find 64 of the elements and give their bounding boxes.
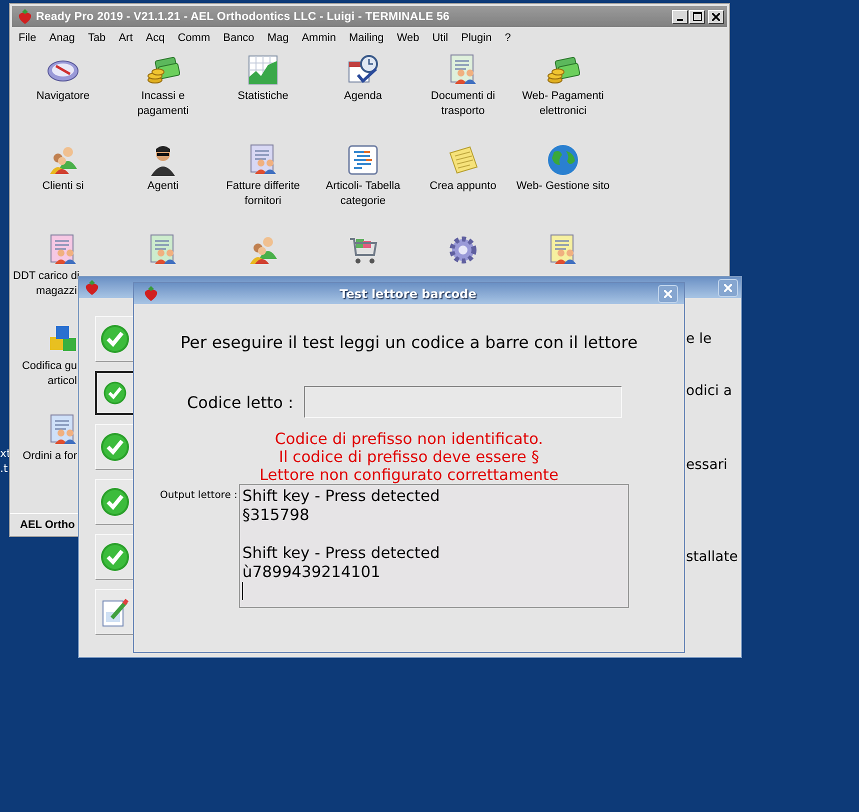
menu-item[interactable]: Comm	[171, 32, 217, 44]
menu-item[interactable]: Util	[426, 32, 455, 44]
error-message: Lettore non configurato correttamente	[259, 466, 559, 484]
setup-text: e le	[686, 331, 712, 347]
list-icon	[346, 143, 380, 177]
close-icon	[712, 12, 720, 20]
shortcut-label[interactable]: Web- Gestione sito	[516, 179, 610, 194]
instruction-text: Per eseguire il test leggi un codice a barre con il lettore	[179, 333, 639, 352]
dialog-title: Test lettore barcode	[338, 286, 478, 300]
shortcut-label[interactable]: Agenti	[147, 179, 179, 194]
shortcut-label[interactable]: Crea appunto	[430, 179, 496, 194]
check-icon	[100, 324, 130, 354]
shortcut-label[interactable]: Web- Pagamenti elettronici	[522, 89, 604, 119]
menu-item[interactable]: File	[12, 32, 43, 44]
setup-text: stallate	[686, 549, 738, 565]
globe-icon	[546, 143, 580, 177]
shortcut-label[interactable]: Navigatore	[36, 89, 90, 104]
close-icon	[664, 290, 672, 298]
menu-item[interactable]: Acq	[139, 32, 172, 44]
menu-item[interactable]: Plugin	[454, 32, 498, 44]
maximize-icon	[692, 12, 702, 21]
window-title: Ready Pro 2019 - V21.1.21 - AEL Orthodontics LLC - Luigi - TERMINALE 56	[36, 10, 450, 22]
error-message: Codice di prefisso non identificato.	[274, 430, 544, 448]
strawberry-icon	[85, 280, 99, 296]
shortcut-label[interactable]: Articoli- Tabella categorie	[326, 179, 400, 209]
menu-item[interactable]: Tab	[81, 32, 112, 44]
menu-item[interactable]: Ammin	[295, 32, 342, 44]
check-icon	[100, 432, 130, 462]
shortcut-label[interactable]: Documenti di trasporto	[430, 89, 496, 119]
step-button[interactable]	[95, 371, 135, 415]
output-label: Output lettore :	[160, 490, 238, 501]
shortcut-label[interactable]: Incassi e pagamenti	[137, 89, 189, 119]
check-icon	[100, 487, 130, 517]
menu-item[interactable]: ?	[498, 32, 518, 44]
chart-icon	[246, 53, 280, 87]
menu-item[interactable]: Mailing	[342, 32, 390, 44]
shortcut-label[interactable]: Statistiche	[238, 89, 288, 104]
shortcut-label[interactable]: Ordini a for	[13, 449, 77, 464]
code-field[interactable]	[304, 386, 622, 418]
check-icon	[103, 381, 127, 405]
shortcut-label[interactable]: Agenda	[344, 89, 382, 104]
menu-item[interactable]: Anag	[42, 32, 82, 44]
menu-item[interactable]: Mag	[260, 32, 296, 44]
minimize-icon	[677, 18, 683, 20]
status-bar-text: AEL Ortho	[20, 519, 75, 531]
output-area[interactable]: Shift key - Press detected §315798 Shift key - Press detected ù7899439214101	[239, 484, 630, 608]
shortcut-label[interactable]: Codifica gu articol	[13, 359, 77, 389]
shortcut-label[interactable]: Fatture differite fornitori	[226, 179, 300, 209]
close-icon	[724, 284, 732, 292]
code-label: Codice letto :	[187, 392, 294, 412]
menu-item[interactable]: Banco	[216, 32, 261, 44]
maximize-button[interactable]	[689, 10, 705, 24]
shortcut-label[interactable]: Clienti si	[42, 179, 84, 194]
menu-item[interactable]: Art	[112, 32, 140, 44]
menu-item[interactable]: Web	[390, 32, 426, 44]
setup-text: odici a	[686, 383, 732, 399]
edit-document-icon	[100, 596, 130, 628]
setup-text: essari	[686, 457, 728, 473]
strawberry-icon	[144, 286, 158, 302]
minimize-button[interactable]	[672, 10, 688, 24]
check-icon	[100, 542, 130, 572]
strawberry-icon	[18, 8, 32, 24]
error-message: Il codice di prefisso deve essere §	[278, 448, 540, 466]
desktop-icon-label: .t	[0, 462, 8, 475]
